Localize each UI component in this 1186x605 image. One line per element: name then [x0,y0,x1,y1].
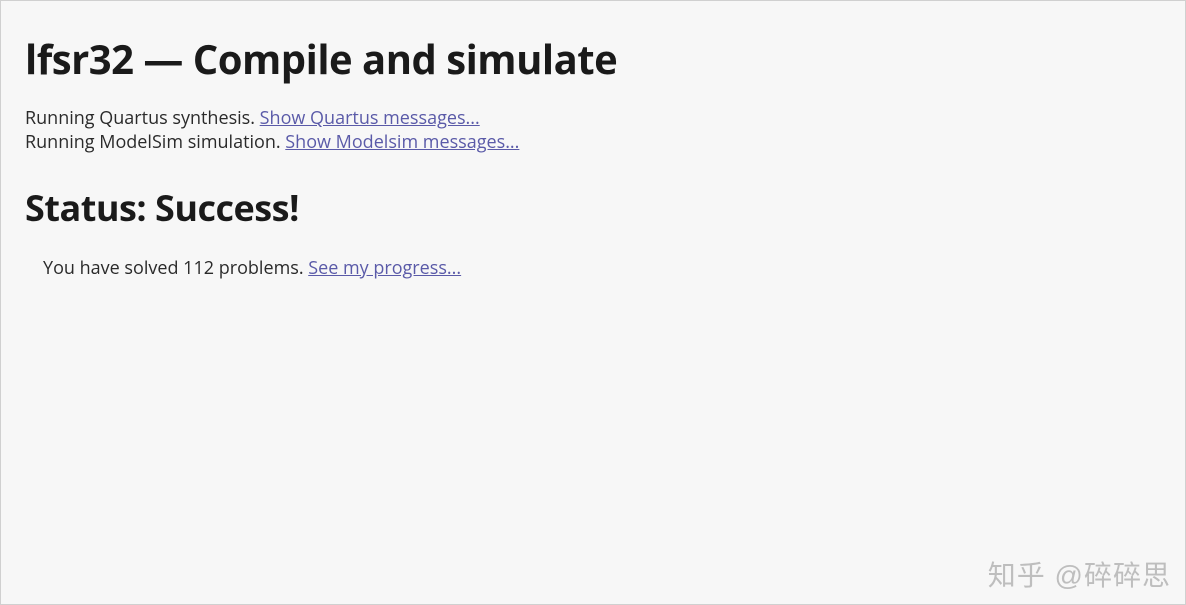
log-block: Running Quartus synthesis. Show Quartus … [25,106,1161,155]
quartus-log-line: Running Quartus synthesis. Show Quartus … [25,106,1161,130]
modelsim-log-line: Running ModelSim simulation. Show Models… [25,130,1161,154]
show-quartus-messages-link[interactable]: Show Quartus messages... [260,106,480,130]
status-heading: Status: Success! [25,183,1161,232]
watermark: 知乎 @碎碎思 [988,554,1171,594]
show-modelsim-messages-link[interactable]: Show Modelsim messages... [285,130,519,154]
quartus-log-text: Running Quartus synthesis. [25,106,260,130]
modelsim-log-text: Running ModelSim simulation. [25,130,285,154]
page-title: lfsr32 — Compile and simulate [25,31,1161,86]
progress-line: You have solved 112 problems. See my pro… [25,256,1161,280]
see-progress-link[interactable]: See my progress... [308,256,461,280]
progress-text: You have solved 112 problems. [43,256,308,280]
